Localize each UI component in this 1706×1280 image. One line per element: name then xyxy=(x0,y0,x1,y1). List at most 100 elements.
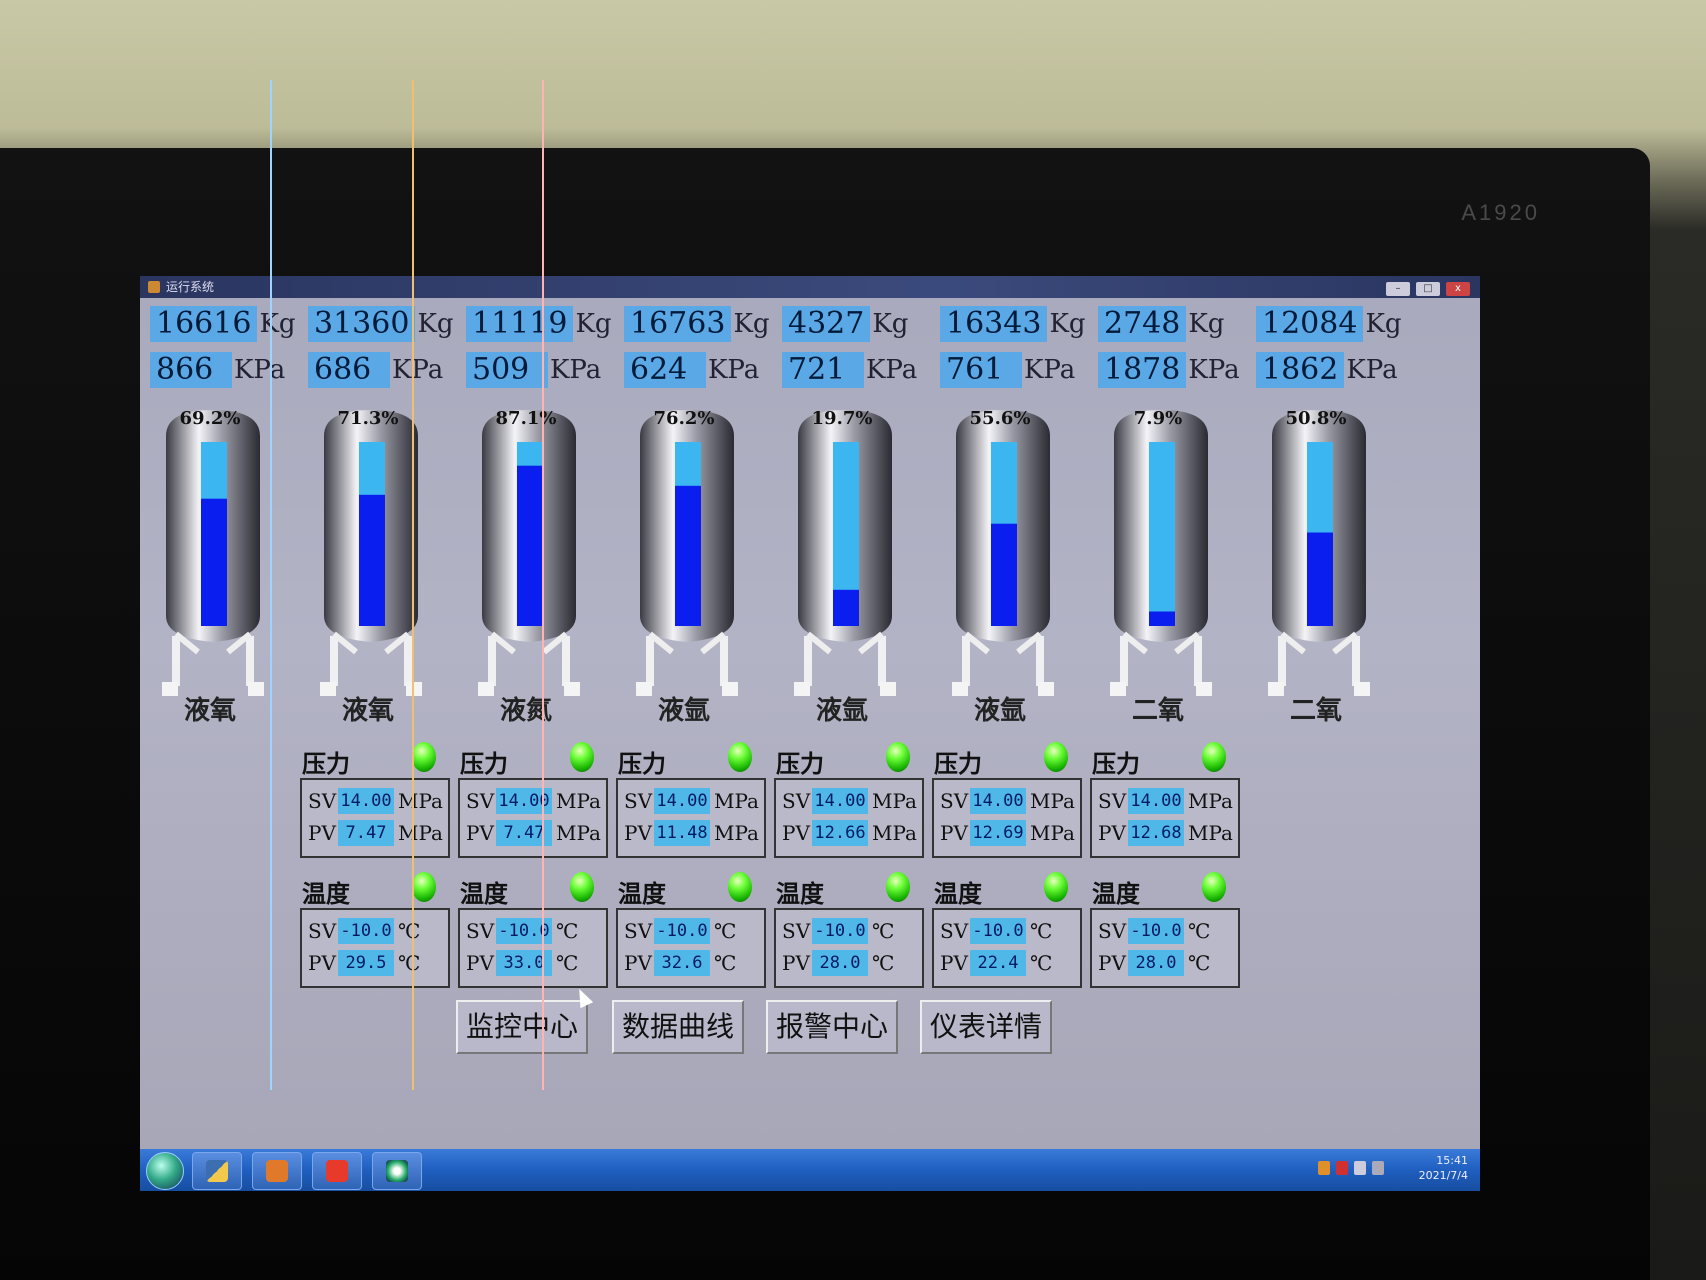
screen-artifact-line xyxy=(542,80,544,1090)
status-led-icon xyxy=(1202,872,1226,902)
sv-value: -10.0 xyxy=(1128,918,1184,944)
sv-label: SV xyxy=(308,789,337,813)
pv-row: PV 12.66 MPa xyxy=(782,818,917,848)
tank-name-label: 液氧 xyxy=(183,696,236,726)
sv-unit: MPa xyxy=(714,789,759,813)
gauge-header: 压力 xyxy=(932,738,1082,778)
taskbar-app-notes[interactable] xyxy=(252,1152,302,1190)
clock-time: 15:41 xyxy=(1436,1154,1468,1167)
sv-value: 14.00 xyxy=(338,788,394,814)
tray-input-icon[interactable] xyxy=(1318,1161,1330,1175)
pv-row: PV 28.0 ℃ xyxy=(1098,948,1210,978)
sv-row: SV -10.0 ℃ xyxy=(940,916,1052,946)
gauge-panel: SV 14.00 MPa PV 12.68 MPa xyxy=(1090,778,1240,858)
sv-unit: MPa xyxy=(1030,789,1075,813)
gauge-title: 压力 xyxy=(302,749,350,778)
tank-pressure-unit: KPa xyxy=(1024,355,1076,385)
start-icon[interactable] xyxy=(146,1152,184,1190)
alarm-center-button[interactable]: 报警中心 xyxy=(766,1000,898,1054)
clock[interactable]: 15:41 2021/7/4 xyxy=(1419,1153,1468,1183)
tank-4: 16763 Kg 624 KPa 76.2% 液氩 xyxy=(624,306,784,746)
temperature-gauge: 温度 SV -10.0 ℃ PV 28.0 ℃ xyxy=(774,868,924,988)
taskbar-app-media[interactable] xyxy=(312,1152,362,1190)
sv-row: SV 14.00 MPa xyxy=(1098,786,1233,816)
tank-pressure-value: 866 xyxy=(150,352,232,388)
taskbar-app-runtime[interactable] xyxy=(372,1152,422,1190)
pressure-gauge: 压力 SV 14.00 MPa PV 12.69 MPa xyxy=(932,738,1082,858)
tank-weight-value: 2748 xyxy=(1098,306,1187,342)
pv-value: 28.0 xyxy=(812,950,868,976)
tank-level-fill xyxy=(359,494,385,626)
gauge-title: 温度 xyxy=(1092,879,1140,908)
maximize-button[interactable]: □ xyxy=(1416,282,1440,296)
pressure-gauge: 压力 SV 14.00 MPa PV 7.47 MPa xyxy=(458,738,608,858)
pv-label: PV xyxy=(466,951,494,975)
tank-vessel-icon xyxy=(320,410,422,696)
tray-app-icon[interactable] xyxy=(1336,1161,1348,1175)
status-led-icon xyxy=(728,872,752,902)
taskbar: 15:41 2021/7/4 xyxy=(140,1149,1480,1191)
data-curve-button[interactable]: 数据曲线 xyxy=(612,1000,744,1054)
sv-label: SV xyxy=(1098,789,1127,813)
status-led-icon xyxy=(728,742,752,772)
system-tray xyxy=(1318,1161,1384,1175)
tank-level-fill xyxy=(1307,532,1333,626)
sv-label: SV xyxy=(940,789,969,813)
status-led-icon xyxy=(886,742,910,772)
sv-unit: ℃ xyxy=(872,919,895,943)
tank-1: 16616 Kg 866 KPa 69.2% 液氧 xyxy=(150,306,310,746)
sv-row: SV -10.0 ℃ xyxy=(782,916,894,946)
gauge-panel: SV 14.00 MPa PV 12.69 MPa xyxy=(932,778,1082,858)
tank-leg-right xyxy=(878,636,886,686)
sv-label: SV xyxy=(466,789,495,813)
tank-weight-value: 12084 xyxy=(1256,306,1364,342)
tank-leg-left xyxy=(330,636,338,686)
tank-vessel-icon xyxy=(162,410,264,696)
close-button[interactable]: x xyxy=(1446,282,1470,296)
status-led-icon xyxy=(412,742,436,772)
tank-leg-right xyxy=(404,636,412,686)
tank-weight-readout: 16616 Kg xyxy=(150,306,296,342)
tank-weight-readout: 4327 Kg xyxy=(782,306,908,342)
tank-pressure-readout: 624 KPa xyxy=(624,352,759,388)
gauge-title: 温度 xyxy=(618,879,666,908)
tank-8: 12084 Kg 1862 KPa 50.8% 二氧 xyxy=(1256,306,1416,746)
gauge-title: 压力 xyxy=(934,749,982,778)
gauge-title: 温度 xyxy=(776,879,824,908)
pv-row: PV 12.68 MPa xyxy=(1098,818,1233,848)
gauge-header: 温度 xyxy=(458,868,608,908)
sv-unit: MPa xyxy=(556,789,601,813)
tank-leg-right xyxy=(562,636,570,686)
pv-row: PV 11.48 MPa xyxy=(624,818,759,848)
tank-pressure-readout: 866 KPa xyxy=(150,352,285,388)
tank-pressure-unit: KPa xyxy=(1188,355,1240,385)
pv-unit: MPa xyxy=(1188,821,1233,845)
pv-row: PV 28.0 ℃ xyxy=(782,948,894,978)
tank-leg-left xyxy=(1278,636,1286,686)
tank-weight-unit: Kg xyxy=(1365,309,1402,339)
sv-label: SV xyxy=(308,919,337,943)
monitoring-center-button[interactable]: 监控中心 xyxy=(456,1000,588,1054)
tank-name-label: 二氧 xyxy=(1289,696,1342,726)
instrument-details-button[interactable]: 仪表详情 xyxy=(920,1000,1052,1054)
sv-label: SV xyxy=(1098,919,1127,943)
sv-unit: ℃ xyxy=(1030,919,1053,943)
volume-icon[interactable] xyxy=(1354,1161,1366,1175)
taskbar-app-python[interactable] xyxy=(192,1152,242,1190)
pv-label: PV xyxy=(782,951,810,975)
tank-leg-left xyxy=(1120,636,1128,686)
tank-weight-value: 16616 xyxy=(150,306,258,342)
sv-row: SV -10.0 ℃ xyxy=(308,916,420,946)
tank-pressure-readout: 509 KPa xyxy=(466,352,601,388)
window-title: 运行系统 xyxy=(166,280,215,294)
pv-row: PV 29.5 ℃ xyxy=(308,948,420,978)
minimize-button[interactable]: – xyxy=(1386,282,1410,296)
tank-vessel-icon xyxy=(794,410,896,696)
tank-leg-left xyxy=(804,636,812,686)
pv-value: 32.6 xyxy=(654,950,710,976)
network-icon[interactable] xyxy=(1372,1161,1384,1175)
tank-weight-value: 31360 xyxy=(308,306,416,342)
tank-weight-readout: 31360 Kg xyxy=(308,306,454,342)
gauge-header: 温度 xyxy=(300,868,450,908)
pv-label: PV xyxy=(624,951,652,975)
